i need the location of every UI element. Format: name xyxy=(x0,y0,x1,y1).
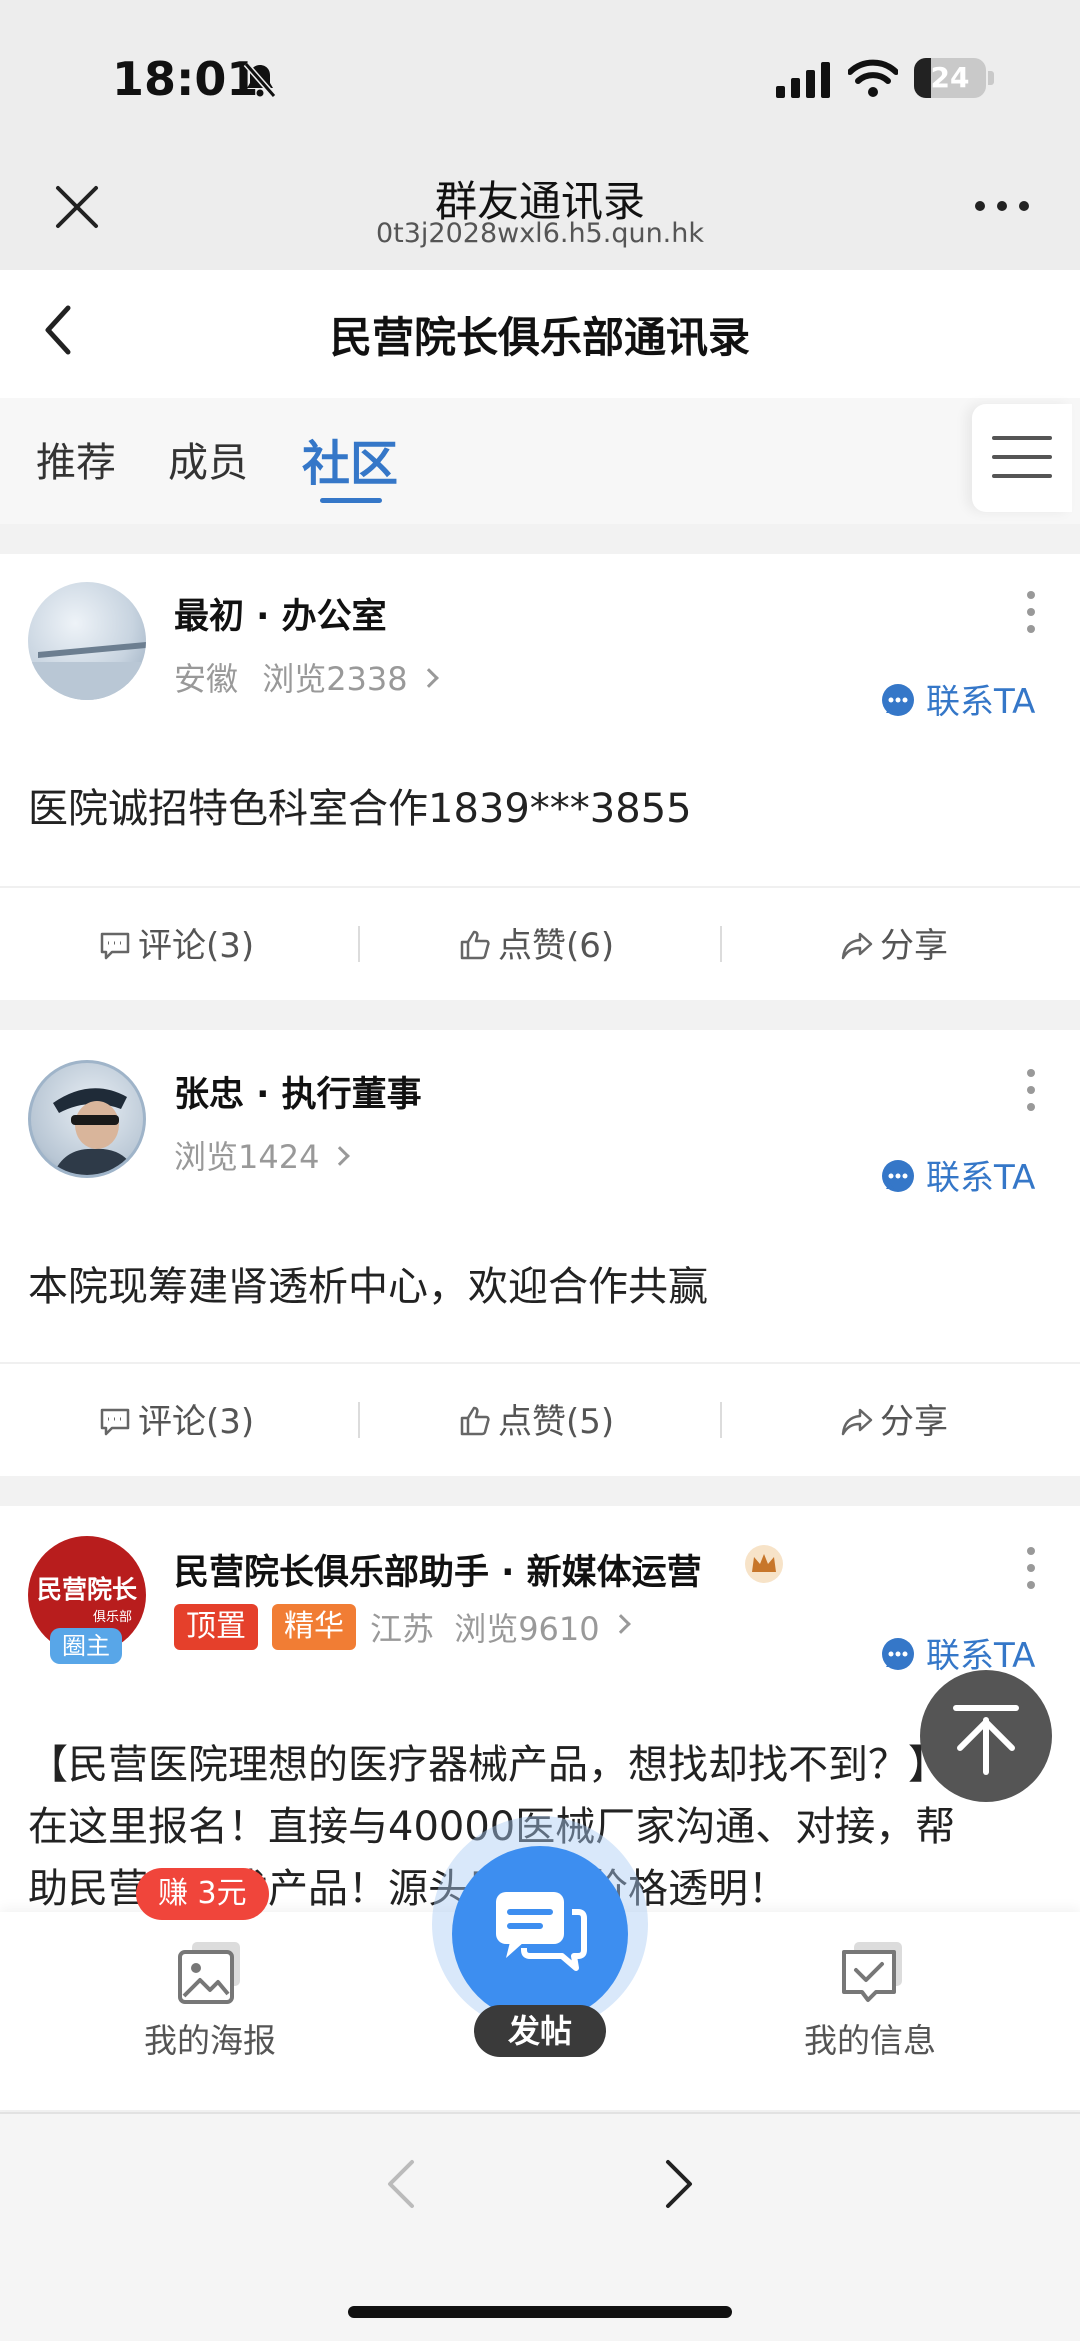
contact-button[interactable]: 联系TA xyxy=(880,1150,1035,1199)
home-indicator[interactable] xyxy=(348,2306,732,2318)
tab-active-indicator xyxy=(320,498,382,503)
action-separator xyxy=(358,1402,360,1438)
post-location: 江苏 xyxy=(370,1610,435,1648)
contact-label: 联系TA xyxy=(926,682,1036,722)
author-name[interactable]: 最初 · 办公室 xyxy=(174,588,387,639)
chevron-right-icon xyxy=(330,1146,351,1166)
author-name[interactable]: 张忠 · 执行董事 xyxy=(174,1066,422,1117)
page-title: 民营院长俱乐部通讯录 xyxy=(329,313,750,362)
message-icon xyxy=(496,1892,587,1971)
tag-pinned: 顶置 xyxy=(174,1604,258,1650)
share-icon xyxy=(841,932,873,959)
chevron-left-icon[interactable] xyxy=(384,2156,418,2212)
like-count: 点赞(5) xyxy=(498,1402,615,1442)
more-icon[interactable] xyxy=(972,196,1032,216)
chevron-right-icon xyxy=(610,1614,631,1634)
comment-icon xyxy=(100,1408,130,1435)
action-separator xyxy=(720,926,722,962)
kebab-icon[interactable] xyxy=(1026,1546,1036,1590)
share-button[interactable]: 分享 xyxy=(840,1394,948,1443)
avatar[interactable] xyxy=(28,1060,146,1178)
tab-members[interactable]: 成员 xyxy=(168,430,248,488)
contact-button[interactable]: 联系TA xyxy=(880,674,1035,723)
thumbs-up-icon xyxy=(460,1406,490,1435)
comment-button[interactable]: 评论(3) xyxy=(98,1394,254,1443)
chat-icon xyxy=(882,683,914,716)
comment-button[interactable]: 评论(3) xyxy=(98,918,254,967)
message-icon[interactable] xyxy=(838,1940,904,2006)
like-count: 点赞(6) xyxy=(498,926,615,966)
action-separator xyxy=(358,926,360,962)
action-separator xyxy=(720,1402,722,1438)
post-button-label[interactable]: 发帖 xyxy=(474,2005,606,2057)
comment-count: 评论(3) xyxy=(138,1402,255,1442)
kebab-icon[interactable] xyxy=(1026,590,1036,634)
chevron-right-icon xyxy=(418,668,439,688)
chat-icon xyxy=(882,1637,914,1670)
kebab-icon[interactable] xyxy=(1026,1068,1036,1112)
post-text-line: 【民营医院理想的医疗器械产品，想找却找不到？】 xyxy=(28,1742,948,1788)
back-to-top-button[interactable] xyxy=(920,1670,1052,1802)
menu-icon[interactable] xyxy=(992,434,1052,480)
chat-icon xyxy=(882,1159,914,1192)
status-time: 18:01 xyxy=(112,52,259,106)
post-text[interactable]: 本院现筹建肾透析中心，欢迎合作共赢 xyxy=(28,1258,1058,1316)
post-location: 安徽 xyxy=(174,660,239,698)
post-views: 浏览9610 xyxy=(454,1610,600,1648)
earn-badge: 赚 3元 xyxy=(136,1868,269,1920)
post-views: 浏览2338 xyxy=(262,660,408,698)
crown-icon xyxy=(745,1545,783,1583)
comment-icon xyxy=(100,932,130,959)
like-button[interactable]: 点赞(6) xyxy=(458,918,614,967)
battery-indicator: 24 xyxy=(914,58,986,98)
avatar[interactable] xyxy=(28,582,146,700)
my-messages-label[interactable]: 我的信息 xyxy=(770,2014,970,2062)
battery-tip xyxy=(988,71,994,85)
my-poster-label[interactable]: 我的海报 xyxy=(110,2014,310,2062)
post-views: 浏览1424 xyxy=(174,1138,320,1176)
comment-count: 评论(3) xyxy=(138,926,255,966)
chevron-right-icon[interactable] xyxy=(662,2156,696,2212)
tab-community[interactable]: 社区 xyxy=(302,424,398,494)
share-icon xyxy=(841,1408,873,1435)
divider xyxy=(0,1362,1080,1364)
tab-recommend[interactable]: 推荐 xyxy=(36,430,116,488)
post-meta: 顶置 精华 江苏 浏览9610 xyxy=(174,1604,631,1650)
image-icon[interactable] xyxy=(176,1940,242,2006)
bell-slash-icon xyxy=(243,62,277,98)
post-meta: 安徽 浏览2338 xyxy=(174,654,439,700)
avatar-image xyxy=(28,642,146,700)
contact-label: 联系TA xyxy=(926,1158,1036,1198)
tag-featured: 精华 xyxy=(272,1604,356,1650)
divider xyxy=(0,886,1080,888)
wifi-icon xyxy=(848,59,898,97)
arrow-up-icon xyxy=(953,1705,1019,1775)
battery-level: 24 xyxy=(930,61,970,94)
share-label: 分享 xyxy=(880,926,948,966)
signal-icon xyxy=(776,62,830,98)
share-label: 分享 xyxy=(880,1402,948,1442)
avatar-subtext: 俱乐部 xyxy=(92,1610,132,1625)
owner-badge: 圈主 xyxy=(50,1628,122,1664)
thumbs-up-icon xyxy=(460,930,490,959)
avatar-text: 民营院长 xyxy=(36,1575,137,1604)
browser-url: 0t3j2028wxl6.h5.qun.hk xyxy=(375,218,705,249)
tab-bar xyxy=(0,398,1080,524)
post-meta: 浏览1424 xyxy=(174,1132,351,1178)
author-name[interactable]: 民营院长俱乐部助手 · 新媒体运营 xyxy=(174,1544,702,1595)
like-button[interactable]: 点赞(5) xyxy=(458,1394,614,1443)
post-text[interactable]: 医院诚招特色科室合作1839***3855 xyxy=(28,780,1058,838)
share-button[interactable]: 分享 xyxy=(840,918,948,967)
